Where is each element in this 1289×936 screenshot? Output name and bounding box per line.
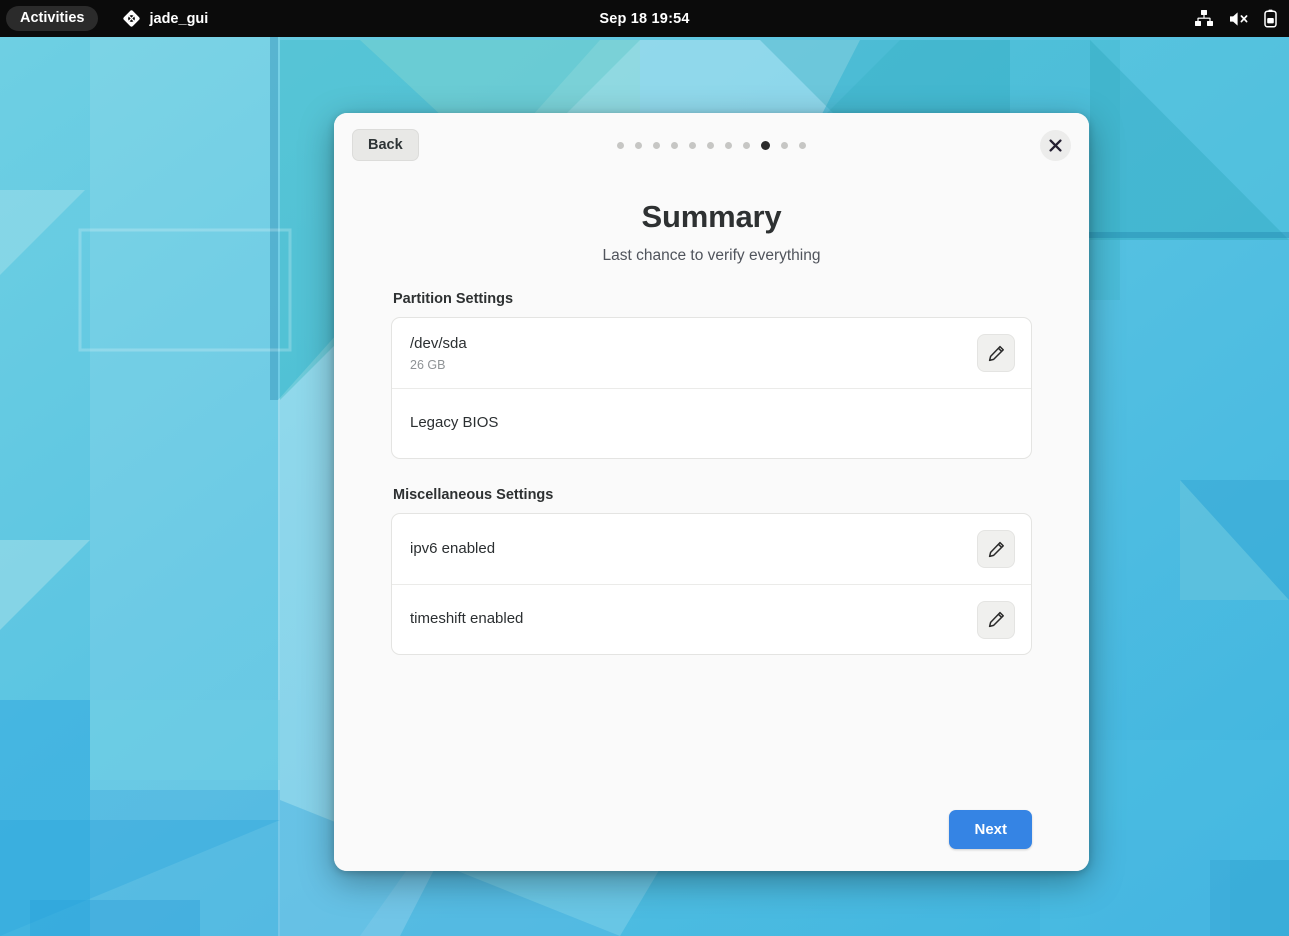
page-dot-4: [689, 141, 696, 149]
page-dot-2: [653, 141, 660, 149]
row-title: Legacy BIOS: [410, 414, 499, 432]
page-dot-5: [707, 141, 714, 149]
battery-icon: [1264, 9, 1277, 28]
clock-button[interactable]: Sep 18 19:54: [0, 11, 1289, 27]
pencil-icon: [988, 541, 1004, 557]
back-button[interactable]: Back: [352, 129, 419, 161]
page-dot-9: [781, 141, 788, 149]
row-text: timeshift enabled: [410, 609, 977, 629]
row-text: Legacy BIOS: [410, 413, 1015, 433]
edit-button[interactable]: [977, 334, 1015, 372]
row-title: ipv6 enabled: [410, 539, 496, 557]
page-subtitle: Last chance to verify everything: [602, 247, 821, 264]
dialog-footer: Next: [334, 800, 1089, 871]
summary-scroll-area[interactable]: Partition Settings/dev/sda 26 GB Legacy BI…: [334, 277, 1089, 800]
settings-card: /dev/sda 26 GB Legacy BIOS: [391, 317, 1032, 459]
next-button[interactable]: Next: [949, 810, 1032, 849]
settings-row[interactable]: ipv6 enabled: [392, 514, 1031, 584]
pencil-icon: [988, 345, 1004, 361]
settings-row[interactable]: /dev/sda 26 GB: [392, 318, 1031, 388]
settings-card: ipv6 enabled timeshift enabled: [391, 513, 1032, 655]
clock-label: Sep 18 19:54: [599, 10, 690, 27]
volume-muted-icon: [1228, 11, 1250, 27]
pencil-icon: [988, 611, 1004, 628]
installer-dialog: Back Summary Last chance to verify every…: [334, 113, 1089, 871]
settings-row[interactable]: timeshift enabled: [392, 584, 1031, 654]
row-title: /dev/sda: [410, 335, 467, 353]
status-area[interactable]: [1194, 9, 1277, 28]
row-title: timeshift enabled: [410, 610, 524, 628]
page-indicator-dots: [334, 140, 1089, 150]
summary-list: Partition Settings/dev/sda 26 GB Legacy BI…: [391, 277, 1032, 655]
dialog-header-bar: Back: [334, 113, 1089, 177]
page-dot-7: [743, 141, 750, 149]
page-dot-1: [635, 141, 642, 149]
section-heading: Miscellaneous Settings: [393, 487, 554, 503]
settings-row[interactable]: Legacy BIOS: [392, 388, 1031, 458]
row-subtitle: 26 GB: [410, 357, 446, 372]
edit-button[interactable]: [977, 600, 1015, 639]
page-dot-10: [799, 141, 806, 149]
title-block: Summary Last chance to verify everything: [334, 177, 1089, 277]
section-heading: Partition Settings: [393, 291, 514, 307]
edit-button[interactable]: [977, 530, 1015, 568]
row-text: ipv6 enabled: [410, 539, 977, 559]
network-wired-icon: [1194, 10, 1214, 27]
close-icon: [1049, 138, 1062, 152]
page-title: Summary: [641, 199, 782, 234]
row-text: /dev/sda 26 GB: [410, 334, 977, 371]
desktop: Activities jade_gui Sep 18 19:54 Back Su…: [0, 0, 1289, 936]
page-dot-8: [761, 140, 770, 150]
page-dot-0: [617, 141, 624, 149]
page-dot-3: [671, 141, 678, 149]
top-bar: Activities jade_gui Sep 18 19:54: [0, 0, 1289, 37]
close-button[interactable]: [1040, 129, 1071, 161]
page-dot-6: [725, 141, 732, 149]
